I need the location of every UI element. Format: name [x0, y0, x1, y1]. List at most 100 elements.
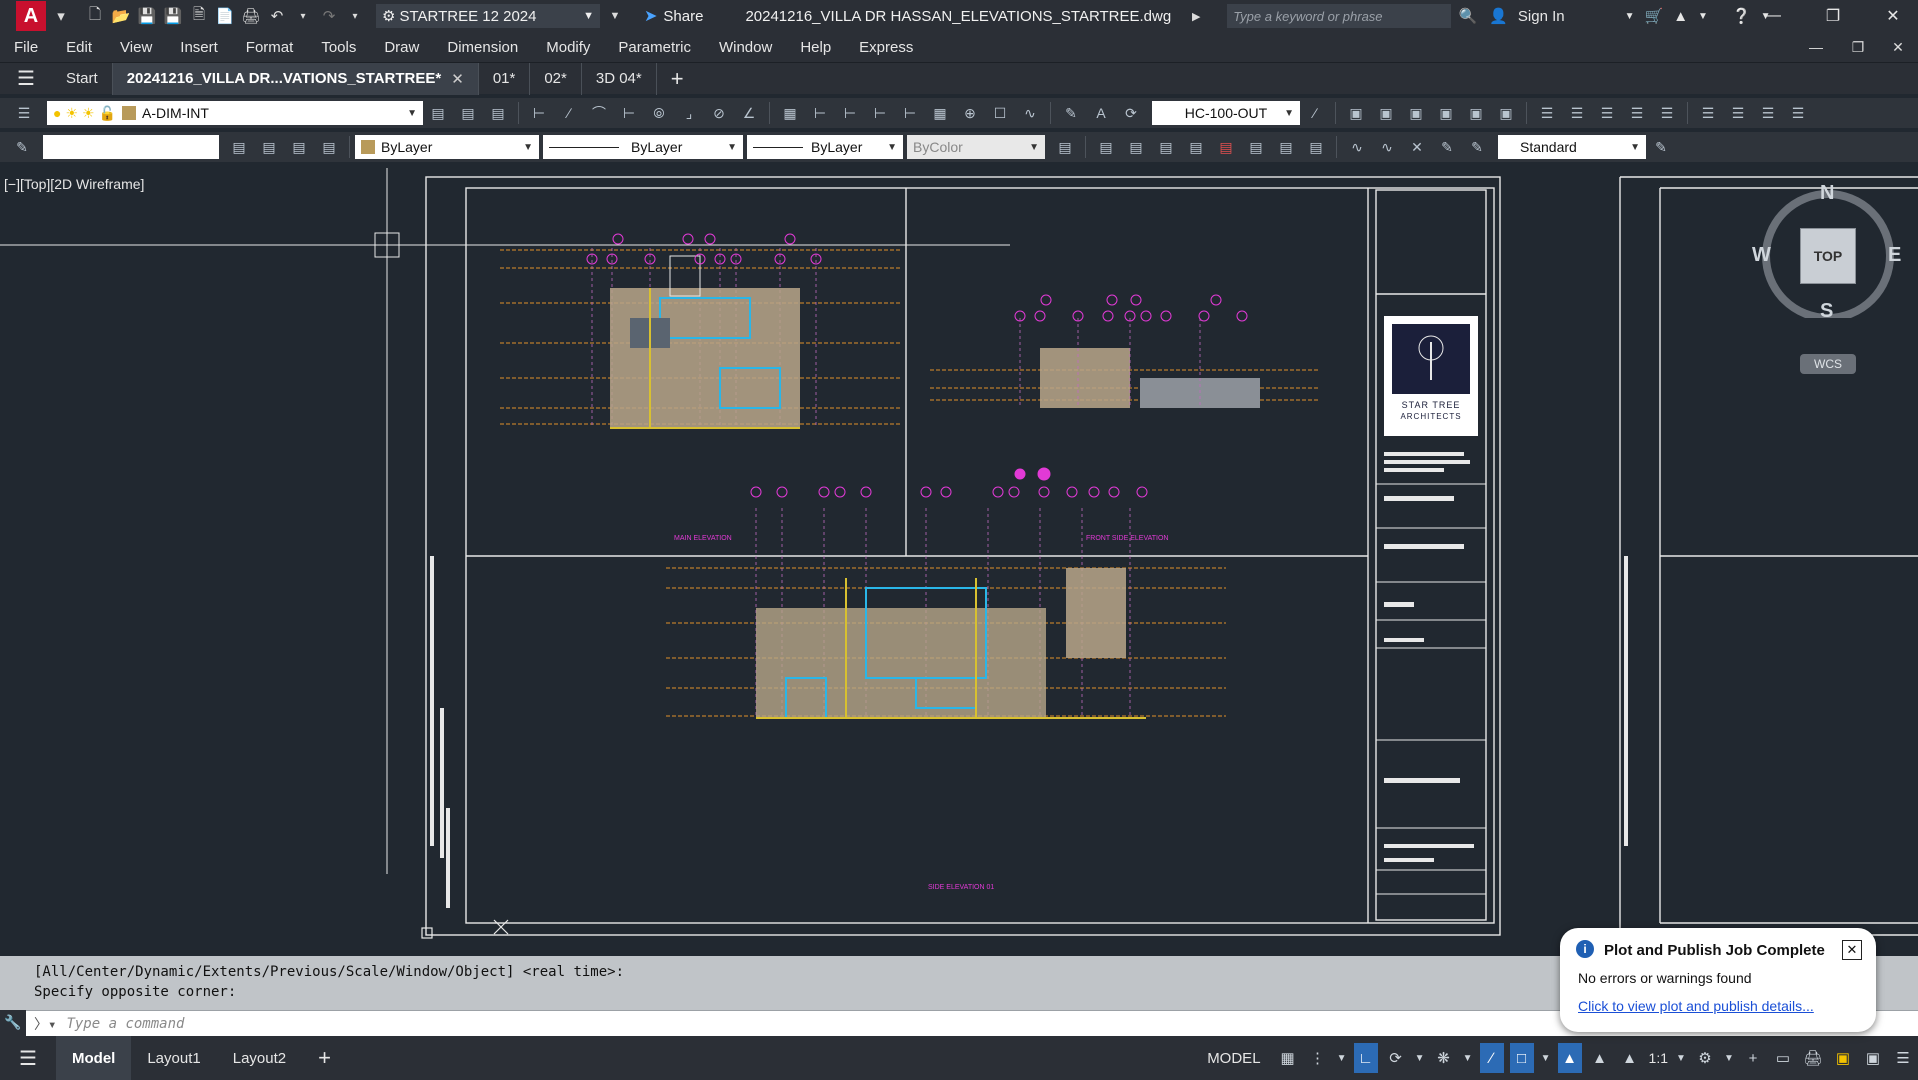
spline-edit-icon[interactable]: ∿ — [1375, 135, 1399, 159]
new-file-icon[interactable]: 🗋 — [84, 5, 106, 27]
object-snap-caret-icon[interactable]: ▼ — [1540, 1043, 1552, 1073]
attach-image-icon[interactable]: ▤ — [1124, 135, 1148, 159]
match-properties-icon[interactable]: ✎ — [10, 135, 34, 159]
create-block-icon[interactable]: ▤ — [257, 135, 281, 159]
write-block-icon[interactable]: ▤ — [317, 135, 341, 159]
polar-icon[interactable]: ⟳ — [1384, 1043, 1408, 1073]
draw-order-front-icon[interactable]: ▣ — [1344, 101, 1368, 125]
layer-state-icon[interactable]: ▤ — [486, 101, 510, 125]
arc-length-icon[interactable]: ⌒ — [587, 101, 611, 125]
layer-walk-icon[interactable]: ☰ — [1535, 101, 1559, 125]
add-layout-icon[interactable]: + — [302, 1045, 347, 1071]
dimension-text-edit-icon[interactable]: A — [1089, 101, 1113, 125]
plot-status-printer-icon[interactable]: 🖨 — [1801, 1043, 1825, 1073]
customization-menu-icon[interactable]: ☰ — [1891, 1043, 1915, 1073]
snap-icon[interactable]: ⋮ — [1306, 1043, 1330, 1073]
restore-window-icon[interactable]: ❐ — [1808, 0, 1858, 32]
dimension-break-icon[interactable]: ⊢ — [898, 101, 922, 125]
text-style-manager-icon[interactable]: ✎ — [1649, 135, 1673, 159]
isodraft-caret-icon[interactable]: ▼ — [1462, 1043, 1474, 1073]
workspace-dropdown[interactable]: ⚙ STARTREE 12 2024 ▼ — [376, 4, 600, 28]
dwf-underlay-icon[interactable]: ▤ — [1154, 135, 1178, 159]
tab-model[interactable]: Model — [56, 1036, 132, 1080]
raster-image-icon[interactable]: ▤ — [1244, 135, 1268, 159]
share-file-icon[interactable]: 📄 — [214, 5, 236, 27]
autodesk-app-icon[interactable]: ▲ — [1673, 8, 1688, 25]
annotation-visibility-icon[interactable]: ▲ — [1557, 1043, 1582, 1073]
undo-caret-icon[interactable]: ▾ — [292, 5, 314, 27]
doc-minimize-icon[interactable]: — — [1796, 32, 1836, 62]
layout-menu-icon[interactable]: ☰ — [0, 1046, 56, 1071]
object-snap-tracking-icon[interactable]: ∕ — [1479, 1043, 1504, 1073]
menu-view[interactable]: View — [120, 39, 152, 56]
menu-express[interactable]: Express — [859, 39, 913, 56]
tab-layout1[interactable]: Layout1 — [131, 1036, 216, 1080]
search-icon[interactable]: 🔍 — [1457, 5, 1479, 27]
center-mark-icon[interactable]: ⊕ — [958, 101, 982, 125]
menu-edit[interactable]: Edit — [66, 39, 92, 56]
sign-in-caret-icon[interactable]: ▼ — [1625, 11, 1635, 22]
minimize-window-icon[interactable]: — — [1748, 0, 1798, 32]
hamburger-menu-icon[interactable]: ☰ — [0, 66, 52, 91]
gear-caret-icon[interactable]: ▼ — [1723, 1043, 1735, 1073]
isolate-objects-icon[interactable]: ▭ — [1771, 1043, 1795, 1073]
menu-modify[interactable]: Modify — [546, 39, 590, 56]
draw-order-back-icon[interactable]: ▣ — [1374, 101, 1398, 125]
hatch-to-back-icon[interactable]: ▣ — [1494, 101, 1518, 125]
publish-status-icon[interactable]: ▣ — [1831, 1043, 1855, 1073]
hatch-edit-icon[interactable]: ✎ — [1435, 135, 1459, 159]
tab-layout2[interactable]: Layout2 — [217, 1036, 302, 1080]
autocad-logo[interactable]: A — [16, 1, 46, 31]
linear-dimension-icon[interactable]: ⊢ — [527, 101, 551, 125]
menu-draw[interactable]: Draw — [384, 39, 419, 56]
color-dropdown[interactable]: ByLayer ▼ — [355, 135, 539, 159]
trim-icon[interactable]: ✕ — [1405, 135, 1429, 159]
layer-properties-icon[interactable]: ☰ — [12, 101, 36, 125]
close-notification-icon[interactable]: ✕ — [1842, 940, 1862, 960]
tab-01[interactable]: 01* — [479, 62, 531, 95]
linetype-dropdown[interactable]: ByLayer ▼ — [543, 135, 743, 159]
menu-insert[interactable]: Insert — [180, 39, 218, 56]
menu-format[interactable]: Format — [246, 39, 294, 56]
new-tab-plus-icon[interactable]: + — [657, 66, 698, 92]
grid-icon[interactable]: ▦ — [1276, 1043, 1300, 1073]
export-icon[interactable]: 🗎 — [188, 5, 210, 27]
insert-block-icon[interactable]: ▤ — [227, 135, 251, 159]
layer-previous-icon[interactable]: ▤ — [456, 101, 480, 125]
undo-icon[interactable]: ↶ — [266, 5, 288, 27]
compass-south[interactable]: S — [1820, 300, 1833, 323]
layer-dropdown[interactable]: ● ☀ ☀ 🔓 A-DIM-INT ▼ — [47, 101, 423, 125]
auto-scale-icon[interactable]: ▲ — [1588, 1043, 1612, 1073]
close-window-icon[interactable]: ✕ — [1868, 0, 1918, 32]
radius-dimension-icon[interactable]: ⦾ — [647, 101, 671, 125]
lineweight-dropdown[interactable]: ByLayer ▼ — [747, 135, 903, 159]
menu-parametric[interactable]: Parametric — [618, 39, 691, 56]
annotation-scale-value[interactable]: 1:1 — [1649, 1050, 1668, 1066]
diameter-dimension-icon[interactable]: ⊘ — [707, 101, 731, 125]
blank-input-field[interactable] — [43, 135, 219, 159]
menu-file[interactable]: File — [14, 39, 38, 56]
menu-dimension[interactable]: Dimension — [447, 39, 518, 56]
make-current-layer-icon[interactable]: ▤ — [426, 101, 450, 125]
menu-help[interactable]: Help — [800, 39, 831, 56]
dimension-style-manager-icon[interactable]: ∕ — [1303, 101, 1327, 125]
external-references-icon[interactable]: ▤ — [1304, 135, 1328, 159]
app-caret-icon[interactable]: ▼ — [1698, 11, 1708, 22]
layer-merge-icon[interactable]: ☰ — [1655, 101, 1679, 125]
workspace-switch-gear-icon[interactable]: ⚙ — [1693, 1043, 1717, 1073]
draw-order-above-icon[interactable]: ▣ — [1404, 101, 1428, 125]
polyline-edit-icon[interactable]: ∿ — [1345, 135, 1369, 159]
compass-north[interactable]: N — [1820, 182, 1834, 205]
block-editor-icon[interactable]: ▤ — [287, 135, 311, 159]
clean-screen-icon[interactable]: ▣ — [1861, 1043, 1885, 1073]
attach-dwg-icon[interactable]: ▤ — [1184, 135, 1208, 159]
command-prompt-icon[interactable]: 〉▾ — [34, 1014, 56, 1034]
scale-caret-icon[interactable]: ▼ — [1675, 1043, 1687, 1073]
dimension-space-icon[interactable]: ⊢ — [868, 101, 892, 125]
layer-lock-icon[interactable]: ☰ — [1786, 101, 1810, 125]
layer-off-icon[interactable]: ☰ — [1696, 101, 1720, 125]
app-menu-caret-icon[interactable]: ▾ — [50, 5, 72, 27]
isodraft-icon[interactable]: ❋ — [1432, 1043, 1456, 1073]
ortho-icon[interactable]: ∟ — [1353, 1043, 1378, 1073]
annotation-scale-icon[interactable]: ▲ — [1618, 1043, 1642, 1073]
